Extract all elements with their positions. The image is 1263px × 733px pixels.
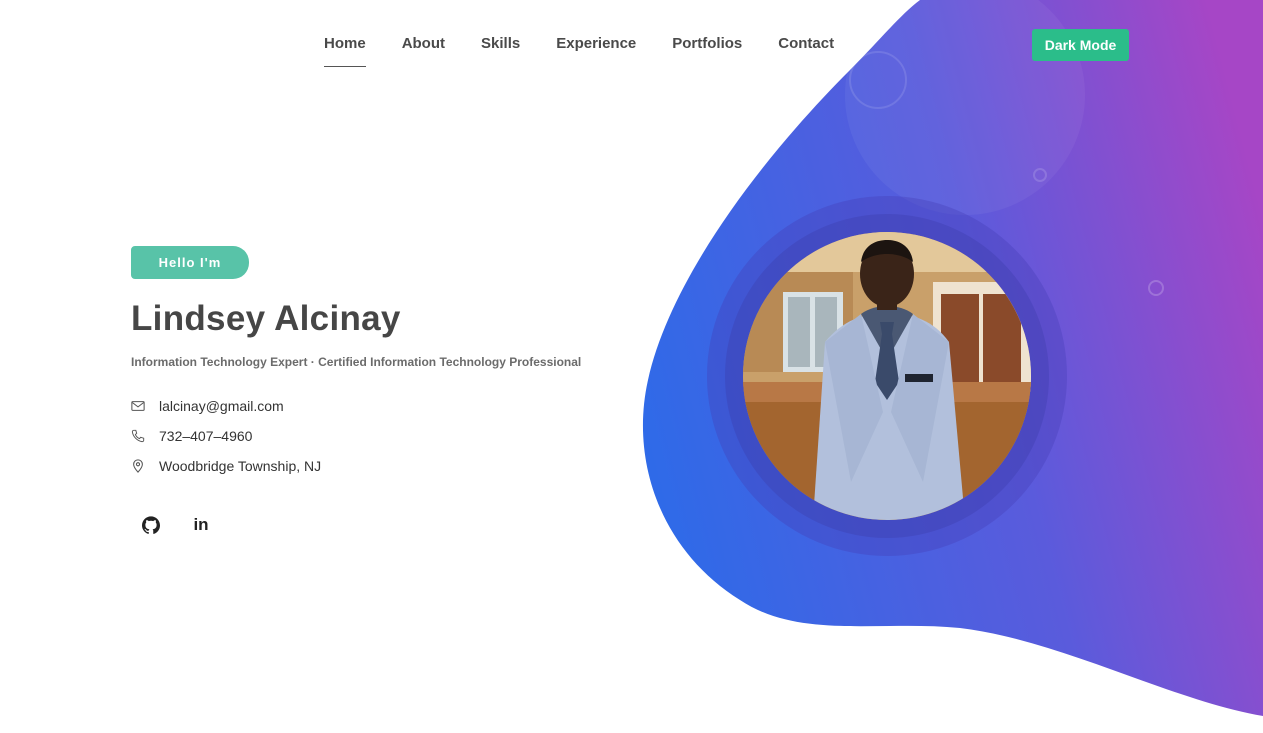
envelope-icon [131,398,159,414]
hero-intro: Hello I'm Lindsey Alcinay Information Te… [131,246,631,545]
linkedin-link[interactable]: in [181,505,221,545]
top-navigation: Home About Skills Experience Portfolios … [0,0,1263,90]
nav-about[interactable]: About [384,33,463,55]
profile-photo [743,232,1031,520]
contact-phone: 732–407–4960 [131,421,631,451]
profile-photo-illustration [743,232,1031,520]
nav-home[interactable]: Home [306,33,384,67]
nav-links: Home About Skills Experience Portfolios … [306,33,852,67]
location-text: Woodbridge Township, NJ [159,458,322,474]
nav-skills[interactable]: Skills [463,33,538,55]
nav-experience[interactable]: Experience [538,33,654,55]
hello-badge: Hello I'm [131,246,249,279]
github-link[interactable] [131,505,171,545]
phone-icon [131,428,159,444]
email-text[interactable]: lalcinay@gmail.com [159,398,284,414]
github-icon [142,516,160,534]
contact-location: Woodbridge Township, NJ [131,451,631,481]
contact-email: lalcinay@gmail.com [131,391,631,421]
person-name: Lindsey Alcinay [131,299,401,338]
dark-mode-button[interactable]: Dark Mode [1032,29,1129,61]
nav-portfolios[interactable]: Portfolios [654,33,760,55]
map-pin-icon [131,458,159,474]
phone-text[interactable]: 732–407–4960 [159,428,252,444]
nav-contact[interactable]: Contact [760,33,852,55]
linkedin-icon: in [193,515,209,534]
contact-list: lalcinay@gmail.com 732–407–4960 Woodbrid… [131,391,631,481]
social-links: in [131,505,631,545]
person-subtitle: Information Technology Expert · Certifie… [131,355,582,369]
